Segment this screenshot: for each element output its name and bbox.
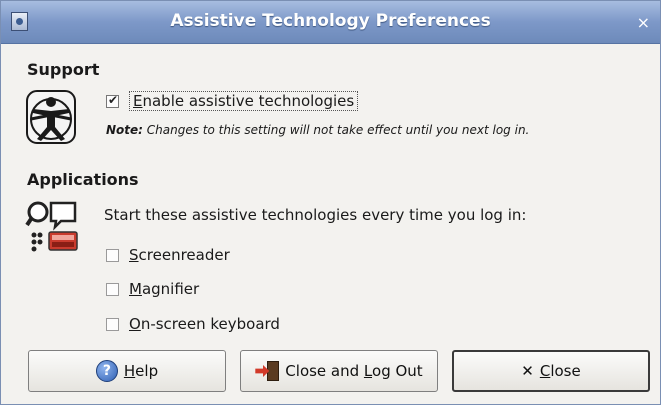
screenreader-mnemonic: S: [129, 246, 139, 264]
window-close-icon[interactable]: ×: [637, 13, 650, 32]
close-button-label: Close: [540, 362, 581, 380]
close-and-logout-button[interactable]: Close and Log Out: [240, 350, 438, 392]
close-button[interactable]: ✕ Close: [452, 350, 650, 392]
note-label: Note:: [106, 123, 143, 137]
logout-button-label: Close and Log Out: [285, 362, 422, 380]
support-heading: Support: [27, 60, 100, 79]
close-label-rest: lose: [550, 362, 581, 380]
accessibility-figure-icon: [26, 90, 76, 144]
enable-assistive-label[interactable]: Enable assistive technologies: [129, 91, 359, 111]
close-mnemonic: C: [539, 362, 551, 380]
help-mnemonic: H: [123, 362, 136, 380]
close-icon: ✕: [521, 362, 534, 380]
onscreen-keyboard-row[interactable]: On-screen keyboard: [106, 313, 280, 335]
onscreen-keyboard-label[interactable]: On-screen keyboard: [129, 315, 280, 333]
help-label-rest: elp: [135, 362, 159, 380]
help-button-label: Help: [124, 362, 158, 380]
window-title: Assistive Technology Preferences: [170, 11, 491, 31]
note-text: Changes to this setting will not take ef…: [142, 123, 530, 137]
help-button[interactable]: ? Help: [28, 350, 226, 392]
enable-assistive-checkbox[interactable]: [106, 94, 119, 108]
onscreen-keyboard-checkbox[interactable]: [106, 317, 119, 331]
applications-heading: Applications: [27, 170, 139, 189]
magnifier-checkbox[interactable]: [106, 282, 119, 296]
magnifier-label-rest: agnifier: [141, 280, 200, 298]
magnifier-row[interactable]: Magnifier: [106, 278, 199, 300]
help-icon: ?: [95, 360, 118, 382]
magnifier-label[interactable]: Magnifier: [129, 280, 199, 298]
logout-icon: [255, 360, 280, 382]
preferences-dialog: Assistive Technology Preferences × Suppo…: [0, 0, 661, 405]
applications-intro: Start these assistive technologies every…: [104, 206, 527, 224]
screenreader-label[interactable]: Screenreader: [129, 246, 230, 264]
onscreen-keyboard-mnemonic: O: [129, 315, 141, 333]
screenreader-label-rest: creenreader: [138, 246, 230, 264]
enable-assistive-row[interactable]: Enable assistive technologies: [106, 90, 359, 112]
logout-label-rest: og Out: [372, 362, 423, 380]
onscreen-keyboard-label-rest: n-screen keyboard: [140, 315, 280, 333]
assistive-apps-icon: [25, 201, 78, 252]
settings-note: Note: Changes to this setting will not t…: [106, 123, 529, 137]
logout-label-prefix: Close and: [285, 362, 364, 380]
enable-label-rest: nable assistive technologies: [142, 92, 355, 110]
magnifier-mnemonic: M: [129, 280, 142, 298]
screenreader-row[interactable]: Screenreader: [106, 244, 230, 266]
title-bar[interactable]: Assistive Technology Preferences ×: [1, 1, 660, 44]
screenreader-checkbox[interactable]: [106, 248, 119, 262]
logout-mnemonic: L: [363, 362, 373, 380]
